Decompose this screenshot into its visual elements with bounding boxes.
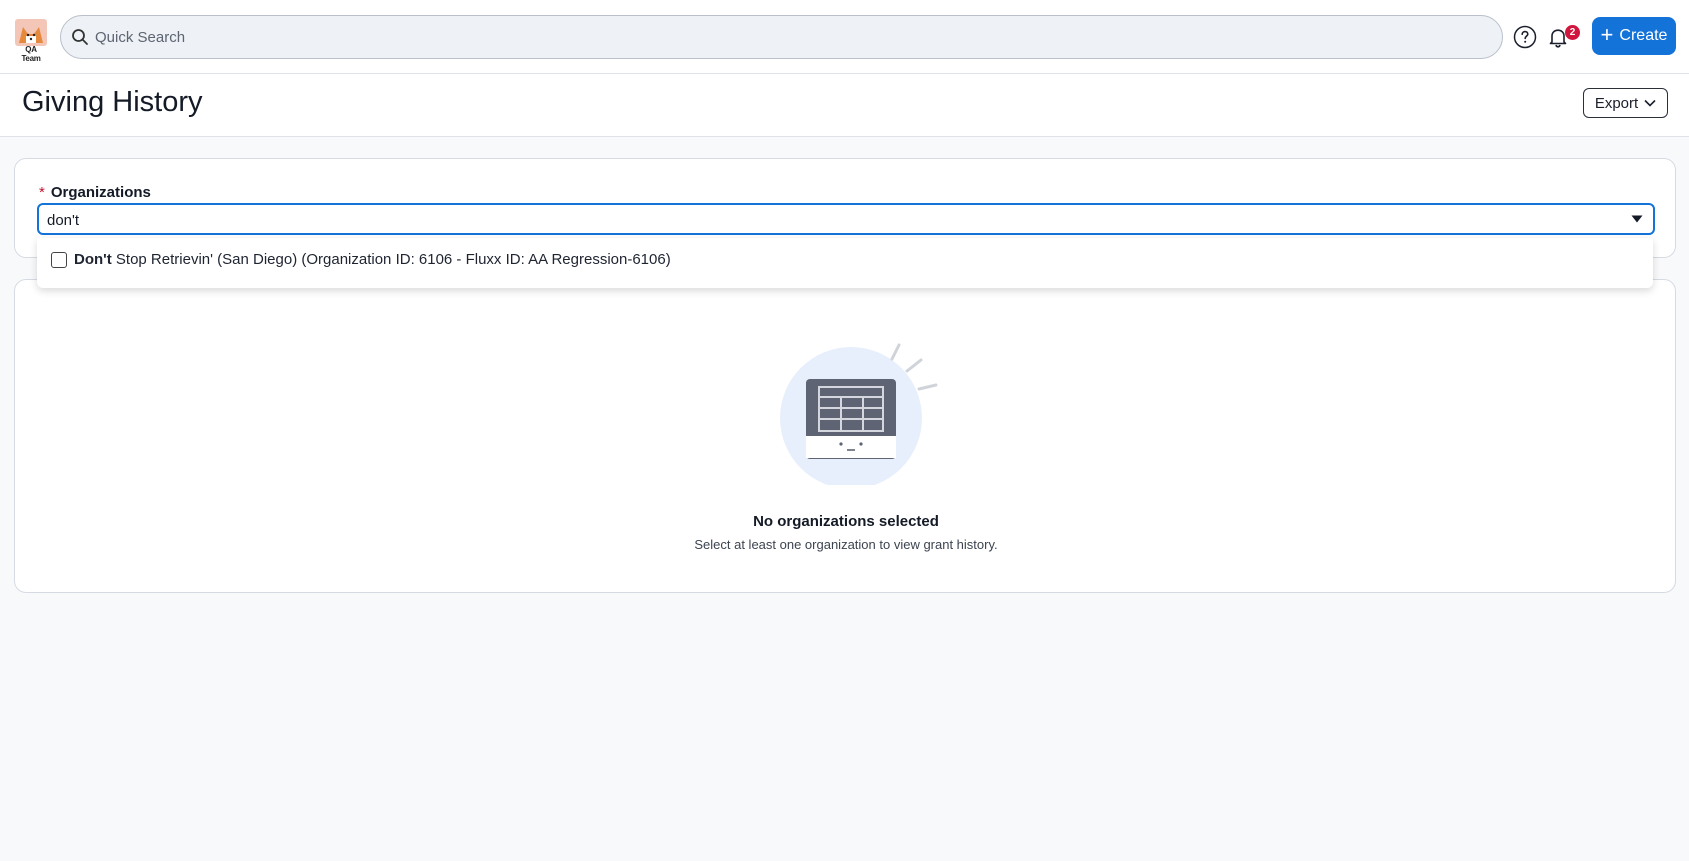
quick-search[interactable] — [60, 15, 1503, 59]
export-button-label: Export — [1594, 94, 1639, 112]
plus-icon: + — [1600, 22, 1614, 47]
required-marker: * — [39, 184, 45, 201]
empty-state-message: Select at least one organization to view… — [694, 537, 998, 552]
caret-down-icon[interactable] — [1631, 215, 1643, 223]
organizations-label-text: Organizations — [50, 184, 151, 201]
export-button[interactable]: Export — [1583, 88, 1668, 118]
option-rest-text: Stop Retrievin' (San Diego) (Organizatio… — [111, 251, 671, 268]
organizations-label: * Organizations — [39, 184, 151, 201]
chevron-down-icon — [1644, 99, 1656, 107]
organizations-combobox[interactable] — [37, 203, 1655, 235]
results-card: No organizations selected Select at leas… — [14, 279, 1676, 593]
page-header: Giving History Export — [0, 74, 1689, 137]
organization-option[interactable]: Don't Stop Retrievin' (San Diego) (Organ… — [51, 251, 671, 268]
create-button[interactable]: + Create — [1592, 17, 1676, 55]
page-title: Giving History — [22, 86, 203, 118]
organizations-dropdown: Don't Stop Retrievin' (San Diego) (Organ… — [37, 238, 1653, 288]
empty-state-title: No organizations selected — [753, 513, 939, 530]
organizations-search-input[interactable] — [47, 209, 1607, 231]
top-bar: QA Team 2 + Create — [0, 0, 1689, 74]
notification-count-badge: 2 — [1565, 25, 1580, 40]
option-match-text: Don't — [74, 251, 112, 268]
create-button-label: Create — [1619, 27, 1668, 44]
search-icon — [72, 29, 88, 45]
empty-table-illustration-icon — [780, 343, 938, 485]
option-label: Don't Stop Retrievin' (San Diego) (Organ… — [74, 251, 671, 268]
help-icon[interactable] — [1513, 25, 1537, 49]
quick-search-input[interactable] — [95, 18, 1475, 56]
logo-text: QA Team — [21, 45, 41, 63]
option-checkbox[interactable] — [51, 251, 67, 268]
